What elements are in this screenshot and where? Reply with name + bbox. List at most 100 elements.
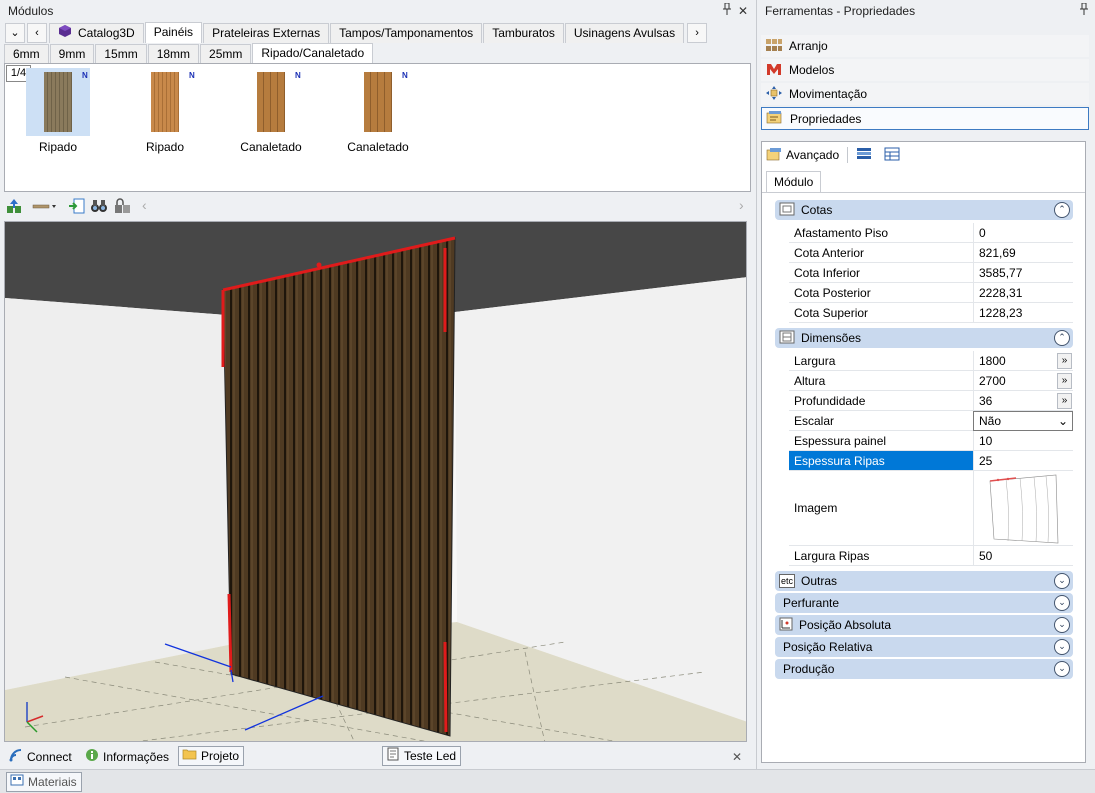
prop-key: Profundidade — [794, 394, 866, 408]
prop-value[interactable]: 10 — [973, 431, 1073, 450]
thumbnail-ripado-2[interactable]: N Ripado — [127, 68, 217, 154]
prop-value[interactable]: 821,69 — [973, 243, 1073, 262]
tab-usinagens-avulsas[interactable]: Usinagens Avulsas — [564, 23, 685, 43]
collapse-icon[interactable]: ⌃ — [1054, 330, 1070, 346]
tab-tampos-tamponamentos[interactable]: Tampos/Tamponamentos — [330, 23, 483, 43]
expand-icon[interactable]: ⌄ — [1054, 639, 1070, 655]
pin-icon[interactable] — [1076, 2, 1092, 19]
prop-row-altura[interactable]: Altura 2700 » — [789, 371, 1073, 391]
lock-group-icon[interactable] — [113, 197, 131, 215]
nav-modelos[interactable]: Modelos — [761, 59, 1089, 81]
prop-value[interactable] — [973, 471, 1073, 545]
prop-value[interactable]: 1800 » — [973, 351, 1073, 370]
prop-value[interactable]: 2700 » — [973, 371, 1073, 390]
subtab-9mm[interactable]: 9mm — [49, 44, 95, 64]
expand-icon[interactable]: ⌄ — [1054, 573, 1070, 589]
prop-row-cota-anterior[interactable]: Cota Anterior 821,69 — [789, 243, 1073, 263]
section-posicao-absoluta-header[interactable]: Posição Absoluta ⌄ — [775, 615, 1073, 635]
prop-row-cota-posterior[interactable]: Cota Posterior 2228,31 — [789, 283, 1073, 303]
categorized-view-icon[interactable] — [856, 147, 872, 164]
tab-connect[interactable]: Connect — [6, 747, 76, 767]
3d-viewport[interactable] — [4, 221, 747, 742]
prop-value[interactable]: 3585,77 — [973, 263, 1073, 282]
tab-prateleiras-externas[interactable]: Prateleiras Externas — [203, 23, 330, 43]
expand-icon[interactable]: ⌄ — [1054, 595, 1070, 611]
nav-arranjo[interactable]: Arranjo — [761, 35, 1089, 57]
models-icon — [765, 61, 783, 80]
expand-button[interactable]: » — [1057, 373, 1072, 389]
section-perfurante-header[interactable]: Perfurante ⌄ — [775, 593, 1073, 613]
escalar-select[interactable]: Não ⌄ — [973, 411, 1073, 431]
section-producao-header[interactable]: Produção ⌄ — [775, 659, 1073, 679]
tab-modulo[interactable]: Módulo — [766, 171, 822, 193]
table-view-icon[interactable] — [884, 147, 900, 164]
prop-value[interactable]: 0 — [973, 223, 1073, 242]
tab-scroll-right-button[interactable]: › — [687, 23, 708, 43]
prop-row-profundidade[interactable]: Profundidade 36 » — [789, 391, 1073, 411]
tab-teste-led[interactable]: Teste Led — [382, 746, 462, 766]
prop-row-largura[interactable]: Largura 1800 » — [789, 351, 1073, 371]
properties-icon — [766, 109, 784, 128]
collapse-icon[interactable]: ⌃ — [1054, 202, 1070, 218]
status-bar — [0, 769, 1095, 793]
expand-icon[interactable]: ⌄ — [1054, 661, 1070, 677]
prop-row-largura-ripas[interactable]: Largura Ripas 50 — [789, 546, 1073, 566]
subtab-18mm[interactable]: 18mm — [147, 44, 200, 64]
binoculars-icon[interactable] — [90, 197, 108, 215]
expand-icon[interactable]: ⌄ — [1054, 617, 1070, 633]
panel-preview-image — [364, 72, 392, 132]
section-outras-header[interactable]: etc Outras ⌄ — [775, 571, 1073, 591]
materials-icon — [10, 773, 24, 791]
thumbnail-canaletado-1[interactable]: N Canaletado — [233, 68, 323, 154]
tab-paineis[interactable]: Painéis — [144, 22, 203, 43]
advanced-button[interactable]: Avançado — [786, 148, 839, 162]
panel-preview-image — [151, 72, 179, 132]
prop-value[interactable]: 25 — [973, 451, 1073, 470]
nav-propriedades[interactable]: Propriedades — [761, 107, 1089, 130]
pin-icon[interactable] — [719, 2, 735, 19]
subtab-15mm[interactable]: 15mm — [95, 44, 147, 64]
module-thumbnail-grid: 1/4 N Ripado N Ripado N Canaletado N Can… — [4, 63, 751, 192]
prop-row-espessura-painel[interactable]: Espessura painel 10 — [789, 431, 1073, 451]
upload-module-icon[interactable] — [5, 197, 23, 215]
new-badge: N — [402, 71, 408, 80]
close-document-icon[interactable]: ✕ — [732, 750, 742, 764]
tab-informacoes[interactable]: Informações — [82, 747, 173, 767]
line-style-dropdown-icon[interactable] — [32, 197, 58, 215]
tab-materiais[interactable]: Materiais — [6, 772, 82, 792]
prop-row-espessura-ripas[interactable]: Espessura Ripas 25 — [789, 451, 1073, 471]
subtab-25mm[interactable]: 25mm — [200, 44, 252, 64]
thumbnail-ripado-1[interactable]: N Ripado — [20, 68, 110, 154]
prop-value[interactable]: 50 — [973, 546, 1073, 565]
subtab-ripado-canaletado[interactable]: Ripado/Canaletado — [252, 43, 374, 64]
thumbnail-canaletado-2[interactable]: N Canaletado — [340, 68, 430, 154]
subtab-6mm[interactable]: 6mm — [4, 44, 49, 64]
import-icon[interactable] — [68, 197, 86, 215]
close-icon[interactable]: ✕ — [735, 3, 751, 19]
tab-label: Catalog3D — [78, 26, 135, 40]
section-dimensoes-header[interactable]: Dimensões ⌃ — [775, 328, 1073, 348]
prop-row-afastamento-piso[interactable]: Afastamento Piso 0 — [789, 223, 1073, 243]
toolbar-scroll-right[interactable]: › — [739, 197, 744, 213]
expand-button[interactable]: » — [1057, 353, 1072, 369]
prop-row-cota-inferior[interactable]: Cota Inferior 3585,77 — [789, 263, 1073, 283]
section-posicao-relativa-header[interactable]: Posição Relativa ⌄ — [775, 637, 1073, 657]
tab-list-dropdown-button[interactable]: ⌄ — [5, 23, 25, 43]
prop-value[interactable]: 36 » — [973, 391, 1073, 410]
prop-value[interactable]: 2228,31 — [973, 283, 1073, 302]
section-cotas-header[interactable]: Cotas ⌃ — [775, 200, 1073, 220]
tab-scroll-left-button[interactable]: ‹ — [27, 23, 47, 43]
tab-tamburatos[interactable]: Tamburatos — [483, 23, 564, 43]
tab-catalog3d[interactable]: Catalog3D — [49, 23, 144, 43]
chevron-down-icon[interactable]: ⌄ — [1058, 412, 1068, 430]
expand-button[interactable]: » — [1057, 393, 1072, 409]
prop-value[interactable]: 1228,23 — [973, 303, 1073, 322]
toolbar-scroll-left[interactable]: ‹ — [142, 197, 147, 213]
nav-movimentacao[interactable]: Movimentação — [761, 83, 1089, 105]
thumbnail-label: Canaletado — [347, 140, 409, 154]
prop-key: Cota Inferior — [794, 266, 861, 280]
prop-row-cota-superior[interactable]: Cota Superior 1228,23 — [789, 303, 1073, 323]
tab-projeto[interactable]: Projeto — [178, 746, 245, 766]
prop-row-imagem[interactable]: Imagem — [789, 471, 1073, 546]
prop-value-text: 1800 — [979, 354, 1006, 368]
